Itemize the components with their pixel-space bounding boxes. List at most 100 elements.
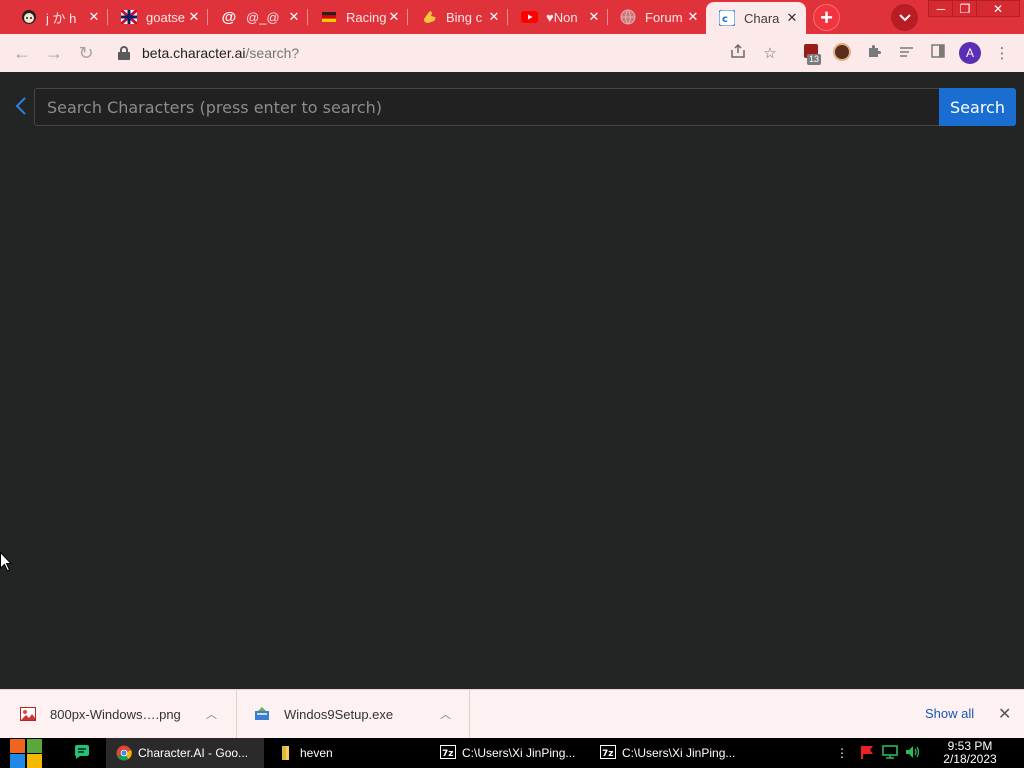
tab-close-icon[interactable]: ✕	[86, 9, 102, 25]
svg-text:c: c	[722, 14, 728, 25]
svg-text:7z: 7z	[602, 749, 614, 759]
taskbar-app-folder[interactable]: heven	[268, 738, 426, 768]
tab-4[interactable]: Racing ✕	[308, 0, 408, 34]
tab-5[interactable]: Bing c ✕	[408, 0, 508, 34]
extensions-button[interactable]	[863, 42, 885, 64]
tray-action-center[interactable]	[858, 744, 876, 762]
more-vertical-icon: ⋮	[836, 746, 848, 760]
share-button[interactable]	[727, 42, 749, 64]
puzzle-icon	[867, 44, 882, 63]
tab-close-icon[interactable]: ✕	[386, 9, 402, 25]
reload-button[interactable]: ↻	[72, 34, 100, 72]
search-input[interactable]	[34, 88, 940, 126]
tab-8-active[interactable]: c Chara ✕	[706, 2, 806, 34]
tab-title: Bing c	[446, 9, 483, 25]
hand-icon	[420, 8, 438, 26]
lock-icon	[118, 46, 130, 60]
taskbar-app-7zip[interactable]: 7z C:\Users\Xi JinPing...	[590, 738, 748, 768]
red-flag-icon	[860, 745, 874, 762]
extension-avatar-icon[interactable]	[833, 43, 851, 61]
tab-search-button[interactable]	[891, 4, 918, 31]
url-path: /search?	[245, 45, 300, 61]
restore-icon: ❐	[959, 1, 971, 16]
tab-title: Chara	[744, 10, 780, 26]
restore-button[interactable]: ❐	[952, 0, 978, 17]
close-window-button[interactable]: ✕	[976, 0, 1020, 17]
character-ai-icon: c	[718, 9, 736, 27]
reading-list-button[interactable]	[895, 42, 917, 64]
tab-2[interactable]: goatse ✕	[108, 0, 208, 34]
tab-7[interactable]: Forum ✕	[607, 0, 707, 34]
tab-6[interactable]: ♥Non ✕	[508, 0, 608, 34]
taskbar-app-label: Character.AI - Goo...	[138, 746, 249, 760]
tab-close-icon[interactable]: ✕	[186, 9, 202, 25]
7zip-icon: 7z	[440, 745, 456, 761]
page-content: Search	[0, 72, 1024, 689]
network-icon	[882, 744, 898, 762]
browser-menu-button[interactable]: ⋮	[991, 42, 1013, 64]
new-tab-button[interactable]: +	[813, 4, 840, 31]
anime-avatar-icon	[20, 8, 38, 26]
flag-icon	[320, 8, 338, 26]
tab-title: Forum	[645, 9, 683, 25]
tab-close-icon[interactable]: ✕	[784, 10, 800, 26]
tab-close-icon[interactable]: ✕	[586, 9, 602, 25]
start-button[interactable]	[10, 738, 44, 768]
close-shelf-icon[interactable]: ✕	[998, 704, 1011, 724]
chrome-icon	[116, 745, 132, 761]
chevron-down-icon	[898, 10, 911, 25]
flag-icon	[120, 8, 138, 26]
profile-avatar[interactable]: A	[959, 42, 981, 64]
extension-button[interactable]: 13	[800, 42, 824, 66]
folder-icon	[278, 745, 294, 761]
globe-icon	[619, 8, 637, 26]
screen: j か h ✕ goatse ✕ @ @_@ ✕ Racing ✕ Bing c…	[0, 0, 1024, 768]
chat-app-icon	[74, 744, 90, 763]
extension-badge-count: 13	[807, 54, 822, 65]
taskbar-clock[interactable]: 9:53 PM 2/18/2023	[938, 740, 1002, 766]
bookmark-button[interactable]: ☆	[759, 42, 781, 64]
mouse-cursor-icon	[0, 551, 13, 572]
back-button[interactable]: ←	[8, 34, 36, 72]
search-button[interactable]: Search	[939, 88, 1016, 126]
tab-close-icon[interactable]: ✕	[486, 9, 502, 25]
tab-close-icon[interactable]: ✕	[286, 9, 302, 25]
speaker-icon	[905, 745, 921, 762]
tab-title: j か h	[46, 10, 77, 26]
chevron-up-icon[interactable]: ︿	[440, 706, 451, 722]
7zip-icon: 7z	[600, 745, 616, 761]
tab-title: ♥Non	[546, 9, 578, 25]
reading-list-icon	[899, 45, 914, 62]
address-bar[interactable]: beta.character.ai/search?	[108, 38, 788, 68]
show-all-downloads-link[interactable]: Show all	[925, 706, 974, 721]
back-link[interactable]	[10, 94, 32, 118]
taskbar-pinned-app[interactable]	[66, 738, 98, 768]
tab-3[interactable]: @ @_@ ✕	[208, 0, 308, 34]
share-icon	[730, 43, 746, 62]
download-item[interactable]: 800px-Windows….png ︿	[20, 690, 230, 738]
taskbar-app-label: C:\Users\Xi JinPing...	[622, 746, 736, 760]
minimize-button[interactable]: ─	[928, 0, 954, 17]
clock-date: 2/18/2023	[943, 752, 997, 766]
tray-volume[interactable]	[904, 744, 922, 762]
side-panel-icon	[931, 44, 945, 62]
tab-title: @_@	[246, 9, 280, 25]
forward-button[interactable]: →	[40, 34, 68, 72]
url-host: beta.character.ai	[142, 45, 246, 61]
taskbar: Character.AI - Goo... heven 7z C:\Users\…	[0, 738, 1024, 768]
taskbar-app-chrome[interactable]: Character.AI - Goo...	[106, 738, 264, 768]
more-vertical-icon: ⋮	[994, 45, 1010, 62]
tab-close-icon[interactable]: ✕	[685, 9, 701, 25]
browser-toolbar: ← → ↻ beta.character.ai/search? ☆ ⋮	[0, 34, 1024, 72]
tray-network[interactable]	[881, 744, 899, 762]
arrow-right-icon: →	[45, 42, 63, 63]
arrow-left-icon: ←	[13, 42, 31, 63]
tab-1[interactable]: j か h ✕	[8, 0, 108, 34]
tray-overflow-button[interactable]: ⋮	[836, 744, 848, 762]
download-shelf: 800px-Windows….png ︿ Windos9Setup.exe ︿ …	[0, 689, 1024, 738]
tab-title: goatse	[146, 9, 186, 25]
download-item[interactable]: Windos9Setup.exe ︿	[254, 690, 464, 738]
side-panel-button[interactable]	[927, 42, 949, 64]
taskbar-app-7zip[interactable]: 7z C:\Users\Xi JinPing...	[430, 738, 588, 768]
chevron-up-icon[interactable]: ︿	[206, 706, 217, 722]
